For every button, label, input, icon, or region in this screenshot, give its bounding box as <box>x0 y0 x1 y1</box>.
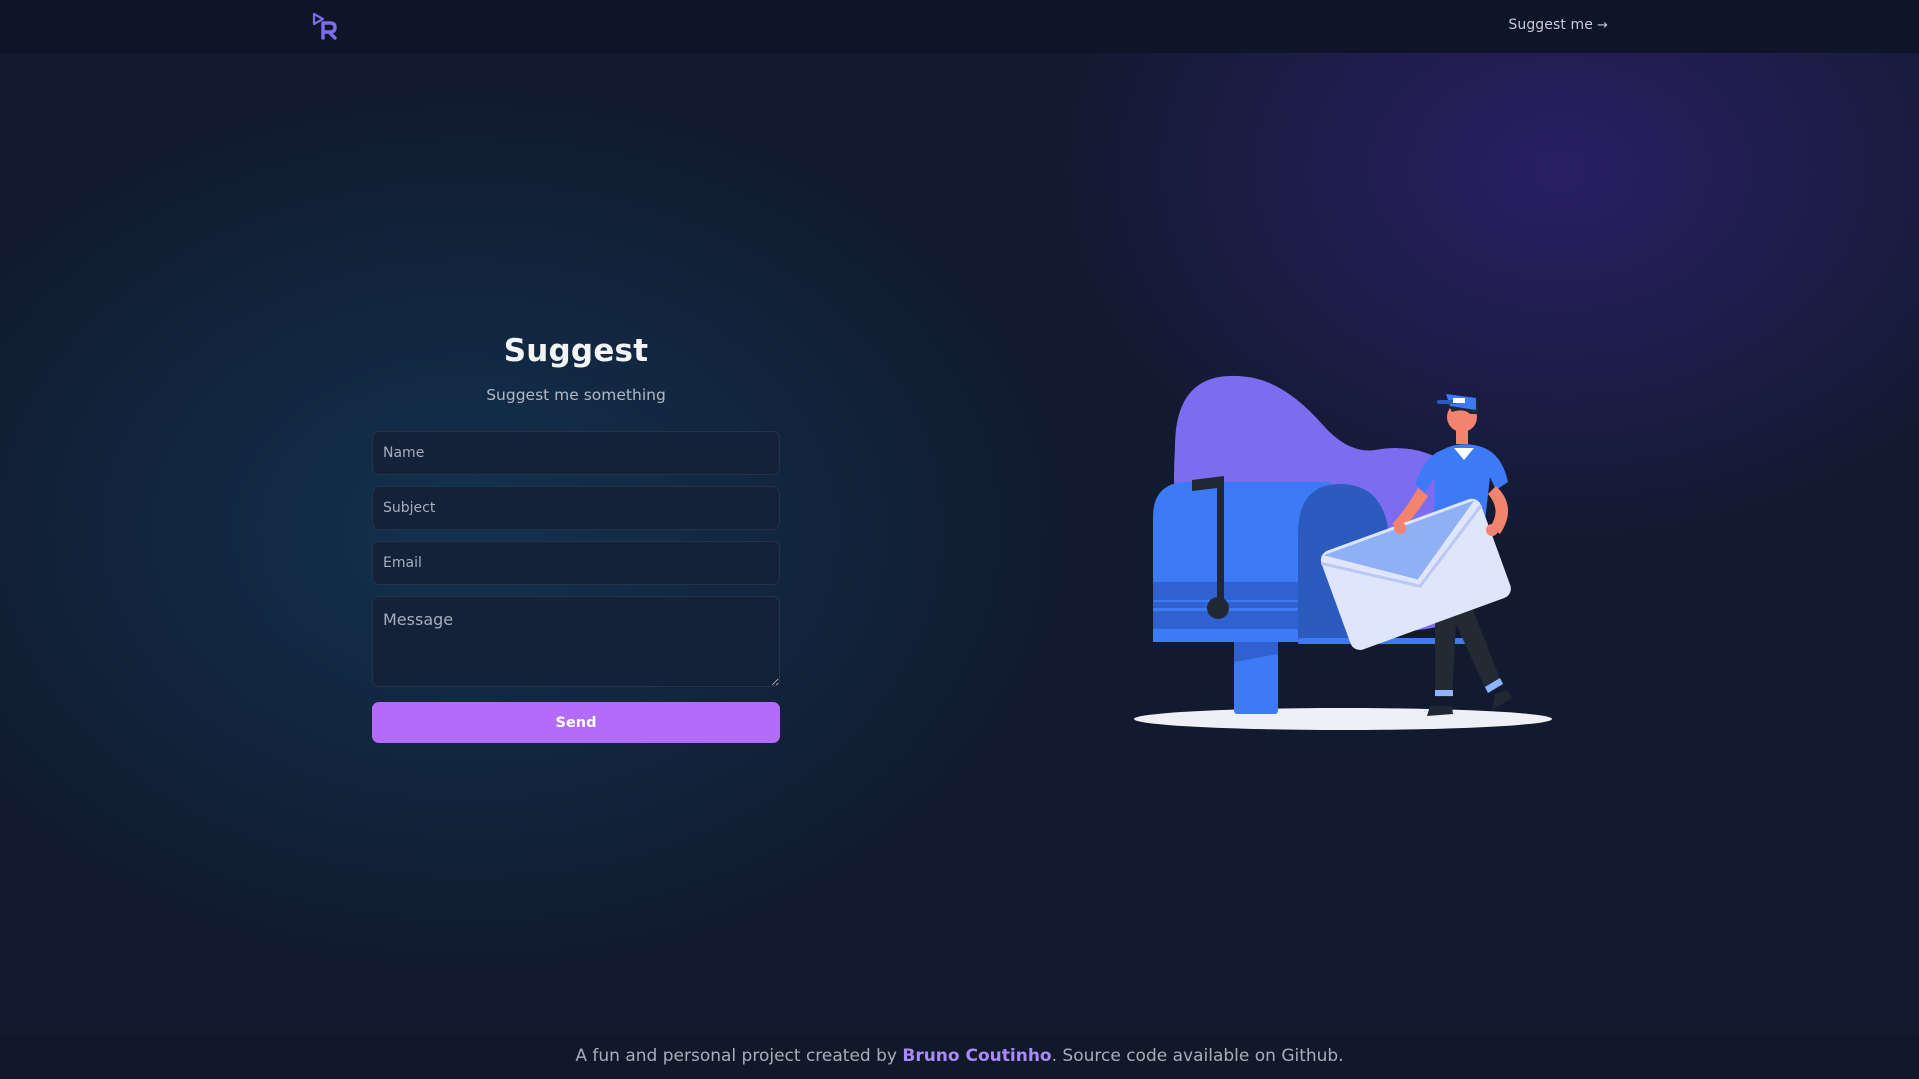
page-subtitle: Suggest me something <box>486 386 666 404</box>
email-input[interactable] <box>372 541 780 585</box>
page-footer: A fun and personal project created by Br… <box>0 1034 1919 1079</box>
name-input[interactable] <box>372 431 780 475</box>
mailbox-postman-illustration <box>1134 375 1552 730</box>
suggest-form-section: Suggest Suggest me something Send <box>372 330 780 743</box>
send-button[interactable]: Send <box>372 702 780 743</box>
message-textarea[interactable] <box>372 596 780 687</box>
footer-prefix-text: A fun and personal project created by <box>575 1046 903 1066</box>
suggest-me-nav-label: Suggest me <box>1508 17 1593 33</box>
ground-shadow <box>1134 708 1552 730</box>
footer-suffix-text: . Source code available on Github. <box>1051 1046 1344 1066</box>
subject-input[interactable] <box>372 486 780 530</box>
logo-icon[interactable] <box>312 12 340 40</box>
suggest-me-nav-link[interactable]: Suggest me → <box>1508 17 1608 33</box>
top-nav-bar: Suggest me → <box>0 0 1919 53</box>
page-title: Suggest <box>503 333 649 369</box>
arrow-right-icon: → <box>1597 17 1608 33</box>
author-link[interactable]: Bruno Coutinho <box>902 1046 1051 1066</box>
suggest-form: Send <box>372 431 780 743</box>
